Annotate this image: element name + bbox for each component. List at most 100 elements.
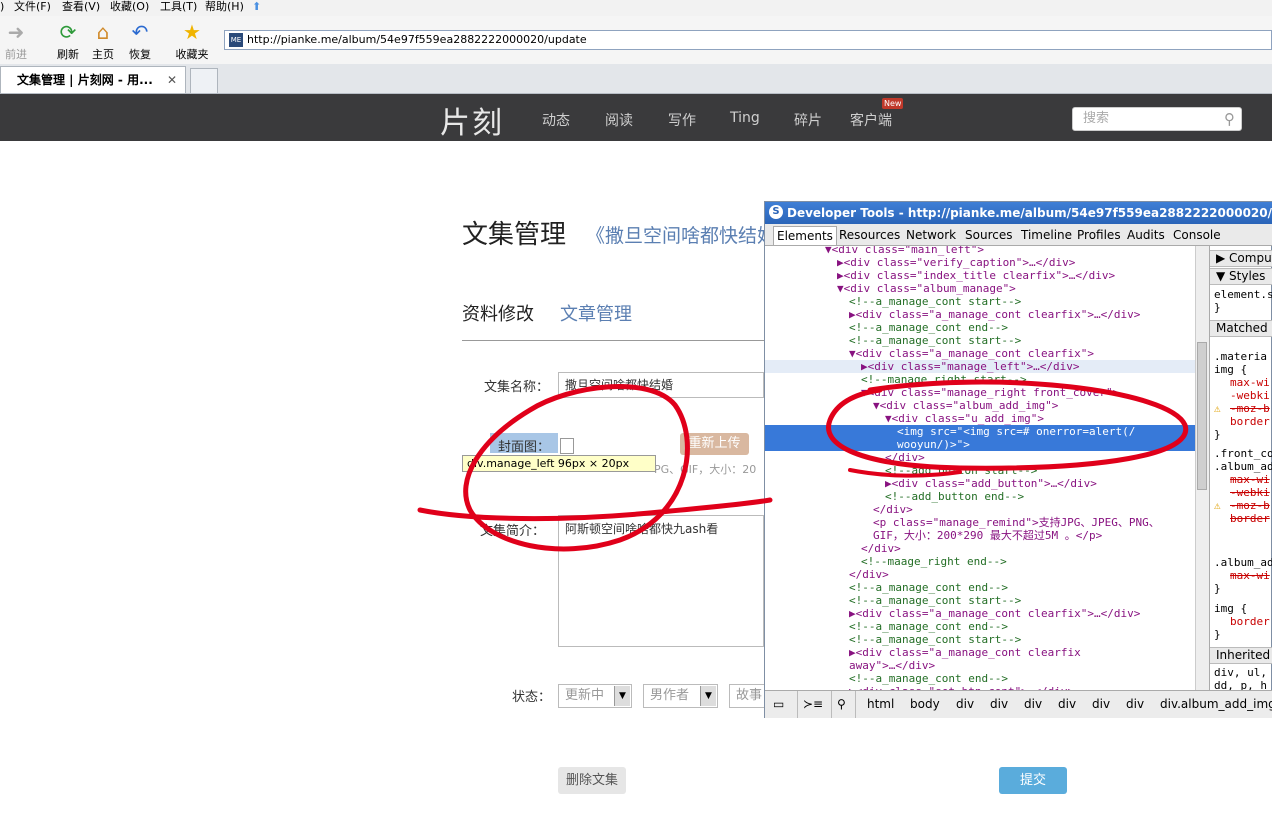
dom-node-selected[interactable]: <img src="<img src=# onerror=alert(/: [765, 425, 1195, 438]
refresh-button[interactable]: ⟳ 刷新: [48, 20, 88, 62]
back-button[interactable]: ➜ 前进: [0, 20, 36, 62]
delete-album-button[interactable]: 删除文集: [558, 767, 626, 794]
crumb-div[interactable]: div: [990, 697, 1008, 711]
dom-node[interactable]: ▶<div class="a_manage_cont clearfix: [765, 646, 1195, 659]
devtools-window: S Developer Tools - http://pianke.me/alb…: [764, 201, 1272, 718]
dom-node[interactable]: <!--a_manage_cont start-->: [765, 594, 1195, 607]
site-logo[interactable]: 片刻: [440, 98, 504, 142]
dom-node-text: ▼<div class="main_left">: [825, 246, 984, 256]
dom-node-text: </div>: [861, 542, 901, 555]
browser-tab-active[interactable]: 文集管理 | 片刻网 - 用... ✕: [0, 66, 186, 93]
dom-node[interactable]: away">…</div>: [765, 659, 1195, 672]
crumb-div[interactable]: div: [956, 697, 974, 711]
page-subtitle[interactable]: 《撒旦空间啥都快结婚: [586, 221, 764, 248]
dom-node[interactable]: ▼<div class="u_add_img">: [765, 412, 1195, 425]
nav-ting[interactable]: Ting: [730, 110, 760, 126]
tab-profiles[interactable]: Profiles: [1077, 228, 1121, 242]
dom-node-text: away">…</div>: [849, 659, 936, 672]
dom-node[interactable]: GIF，大小：200*290 最大不超过5M 。</p>: [765, 529, 1195, 542]
dom-node[interactable]: </div>: [765, 568, 1195, 581]
dom-node[interactable]: ▼<div class="album_add_img">: [765, 399, 1195, 412]
story-select[interactable]: 故事: [729, 684, 765, 708]
dom-node[interactable]: <!--a_manage_cont end-->: [765, 672, 1195, 685]
menu-favorites[interactable]: 收藏(O): [110, 0, 149, 14]
shirt-icon[interactable]: ⬆: [252, 0, 261, 14]
dom-node[interactable]: </div>: [765, 451, 1195, 464]
dom-node[interactable]: <!--maage_right end-->: [765, 555, 1195, 568]
rule-property: border: [1230, 512, 1270, 525]
dom-node[interactable]: ▼<div class="manage_right front_cover">: [765, 386, 1195, 399]
crumb-album-add-img[interactable]: div.album_add_img: [1160, 697, 1272, 711]
dom-node[interactable]: <!--add_button end-->: [765, 490, 1195, 503]
album-desc-textarea[interactable]: 阿斯顿空间啥啥都快九ash看: [558, 515, 764, 647]
nav-client[interactable]: 客户端: [850, 110, 892, 130]
dom-node[interactable]: <!--a_manage_cont end-->: [765, 321, 1195, 334]
dom-node[interactable]: <p class="manage_remind">支持JPG、JPEG、PNG、: [765, 516, 1195, 529]
scrollbar-thumb[interactable]: [1197, 342, 1207, 490]
site-search-input[interactable]: 搜索 ⚲: [1072, 107, 1242, 131]
menu-help[interactable]: 帮助(H): [205, 0, 244, 14]
dock-icon[interactable]: ▭: [773, 697, 784, 711]
dom-node[interactable]: ▶<div class="a_manage_cont clearfix">…</…: [765, 308, 1195, 321]
dom-node[interactable]: </div>: [765, 542, 1195, 555]
reupload-button[interactable]: 重新上传: [680, 433, 749, 455]
dom-node-text: ▶<div class="manage_left">…</div>: [861, 360, 1080, 373]
styles-header[interactable]: ▼ Styles: [1210, 268, 1272, 285]
author-select[interactable]: 男作者 ▼: [643, 684, 718, 708]
dom-node[interactable]: <!--a_manage_cont end-->: [765, 581, 1195, 594]
crumb-div[interactable]: div: [1126, 697, 1144, 711]
address-bar[interactable]: ME http://pianke.me/album/54e97f559ea288…: [224, 30, 1272, 50]
tab-network[interactable]: Network: [906, 228, 956, 242]
dom-node[interactable]: ▶<div class="manage_left">…</div>: [765, 360, 1195, 373]
new-tab-button[interactable]: [190, 68, 218, 93]
dom-node[interactable]: ▼<div class="a_manage_cont clearfix">: [765, 347, 1195, 360]
tab-console[interactable]: Console: [1173, 228, 1221, 242]
close-icon[interactable]: ✕: [167, 67, 177, 93]
tab-articles[interactable]: 文章管理: [560, 300, 632, 326]
dom-tree[interactable]: ▼<div class="main_left"> ▶<div class="ver…: [765, 246, 1195, 690]
dom-node[interactable]: </div>: [765, 503, 1195, 516]
crumb-div[interactable]: div: [1092, 697, 1110, 711]
search-icon[interactable]: ⚲: [1224, 108, 1235, 130]
dom-node[interactable]: ▼<div class="album_manage">: [765, 282, 1195, 295]
dom-node-selected[interactable]: wooyun/)>">: [765, 438, 1195, 451]
menu-file[interactable]: 文件(F): [14, 0, 51, 14]
dom-node[interactable]: <!--a_manage_cont start-->: [765, 334, 1195, 347]
nav-read[interactable]: 阅读: [605, 110, 633, 130]
nav-fragments[interactable]: 碎片: [794, 110, 822, 130]
console-icon[interactable]: ≻≡: [803, 697, 823, 711]
menu-view[interactable]: 查看(V): [62, 0, 100, 14]
tab-sources[interactable]: Sources: [965, 228, 1012, 242]
dom-node[interactable]: ▶<div class="index_title clearfix">…</di…: [765, 269, 1195, 282]
computed-header[interactable]: ▶ Computed: [1210, 250, 1272, 267]
dom-node[interactable]: <!--a_manage_cont start-->: [765, 633, 1195, 646]
dom-node[interactable]: ▼<div class="main_left">: [765, 246, 1195, 256]
search-icon[interactable]: ⚲: [837, 697, 846, 711]
tab-resources[interactable]: Resources: [839, 228, 900, 242]
favorites-button[interactable]: ★ 收藏夹: [172, 20, 212, 62]
dom-node[interactable]: ▶<div class="a_manage_cont clearfix">…</…: [765, 607, 1195, 620]
tab-audits[interactable]: Audits: [1127, 228, 1165, 242]
dom-node[interactable]: ▶<div class="verify_caption">…</div>: [765, 256, 1195, 269]
tab-timeline[interactable]: Timeline: [1021, 228, 1072, 242]
nav-write[interactable]: 写作: [668, 110, 696, 130]
dom-node[interactable]: ▶<div class="add_button">…</div>: [765, 477, 1195, 490]
dom-node[interactable]: <!--a_manage_cont start-->: [765, 295, 1195, 308]
crumb-body[interactable]: body: [910, 697, 940, 711]
album-name-input[interactable]: 撒旦空间啥都快结婚: [558, 372, 764, 398]
menu-tools[interactable]: 工具(T): [160, 0, 197, 14]
restore-button[interactable]: ↶ 恢复: [120, 20, 160, 62]
crumb-html[interactable]: html: [867, 697, 894, 711]
nav-dynamic[interactable]: 动态: [542, 110, 570, 130]
status-select[interactable]: 更新中 ▼: [558, 684, 632, 708]
dom-node[interactable]: <!--manage_right start-->: [765, 373, 1195, 386]
dom-node[interactable]: <!--a_manage_cont end-->: [765, 620, 1195, 633]
tab-elements[interactable]: Elements: [773, 226, 837, 245]
dom-node-text: wooyun/)>">: [897, 438, 970, 451]
home-button[interactable]: ⌂ 主页: [83, 20, 123, 62]
crumb-div[interactable]: div: [1058, 697, 1076, 711]
dom-node[interactable]: <!--add_button start-->: [765, 464, 1195, 477]
submit-button[interactable]: 提交: [999, 767, 1067, 794]
crumb-div[interactable]: div: [1024, 697, 1042, 711]
tab-profile[interactable]: 资料修改: [462, 300, 534, 326]
